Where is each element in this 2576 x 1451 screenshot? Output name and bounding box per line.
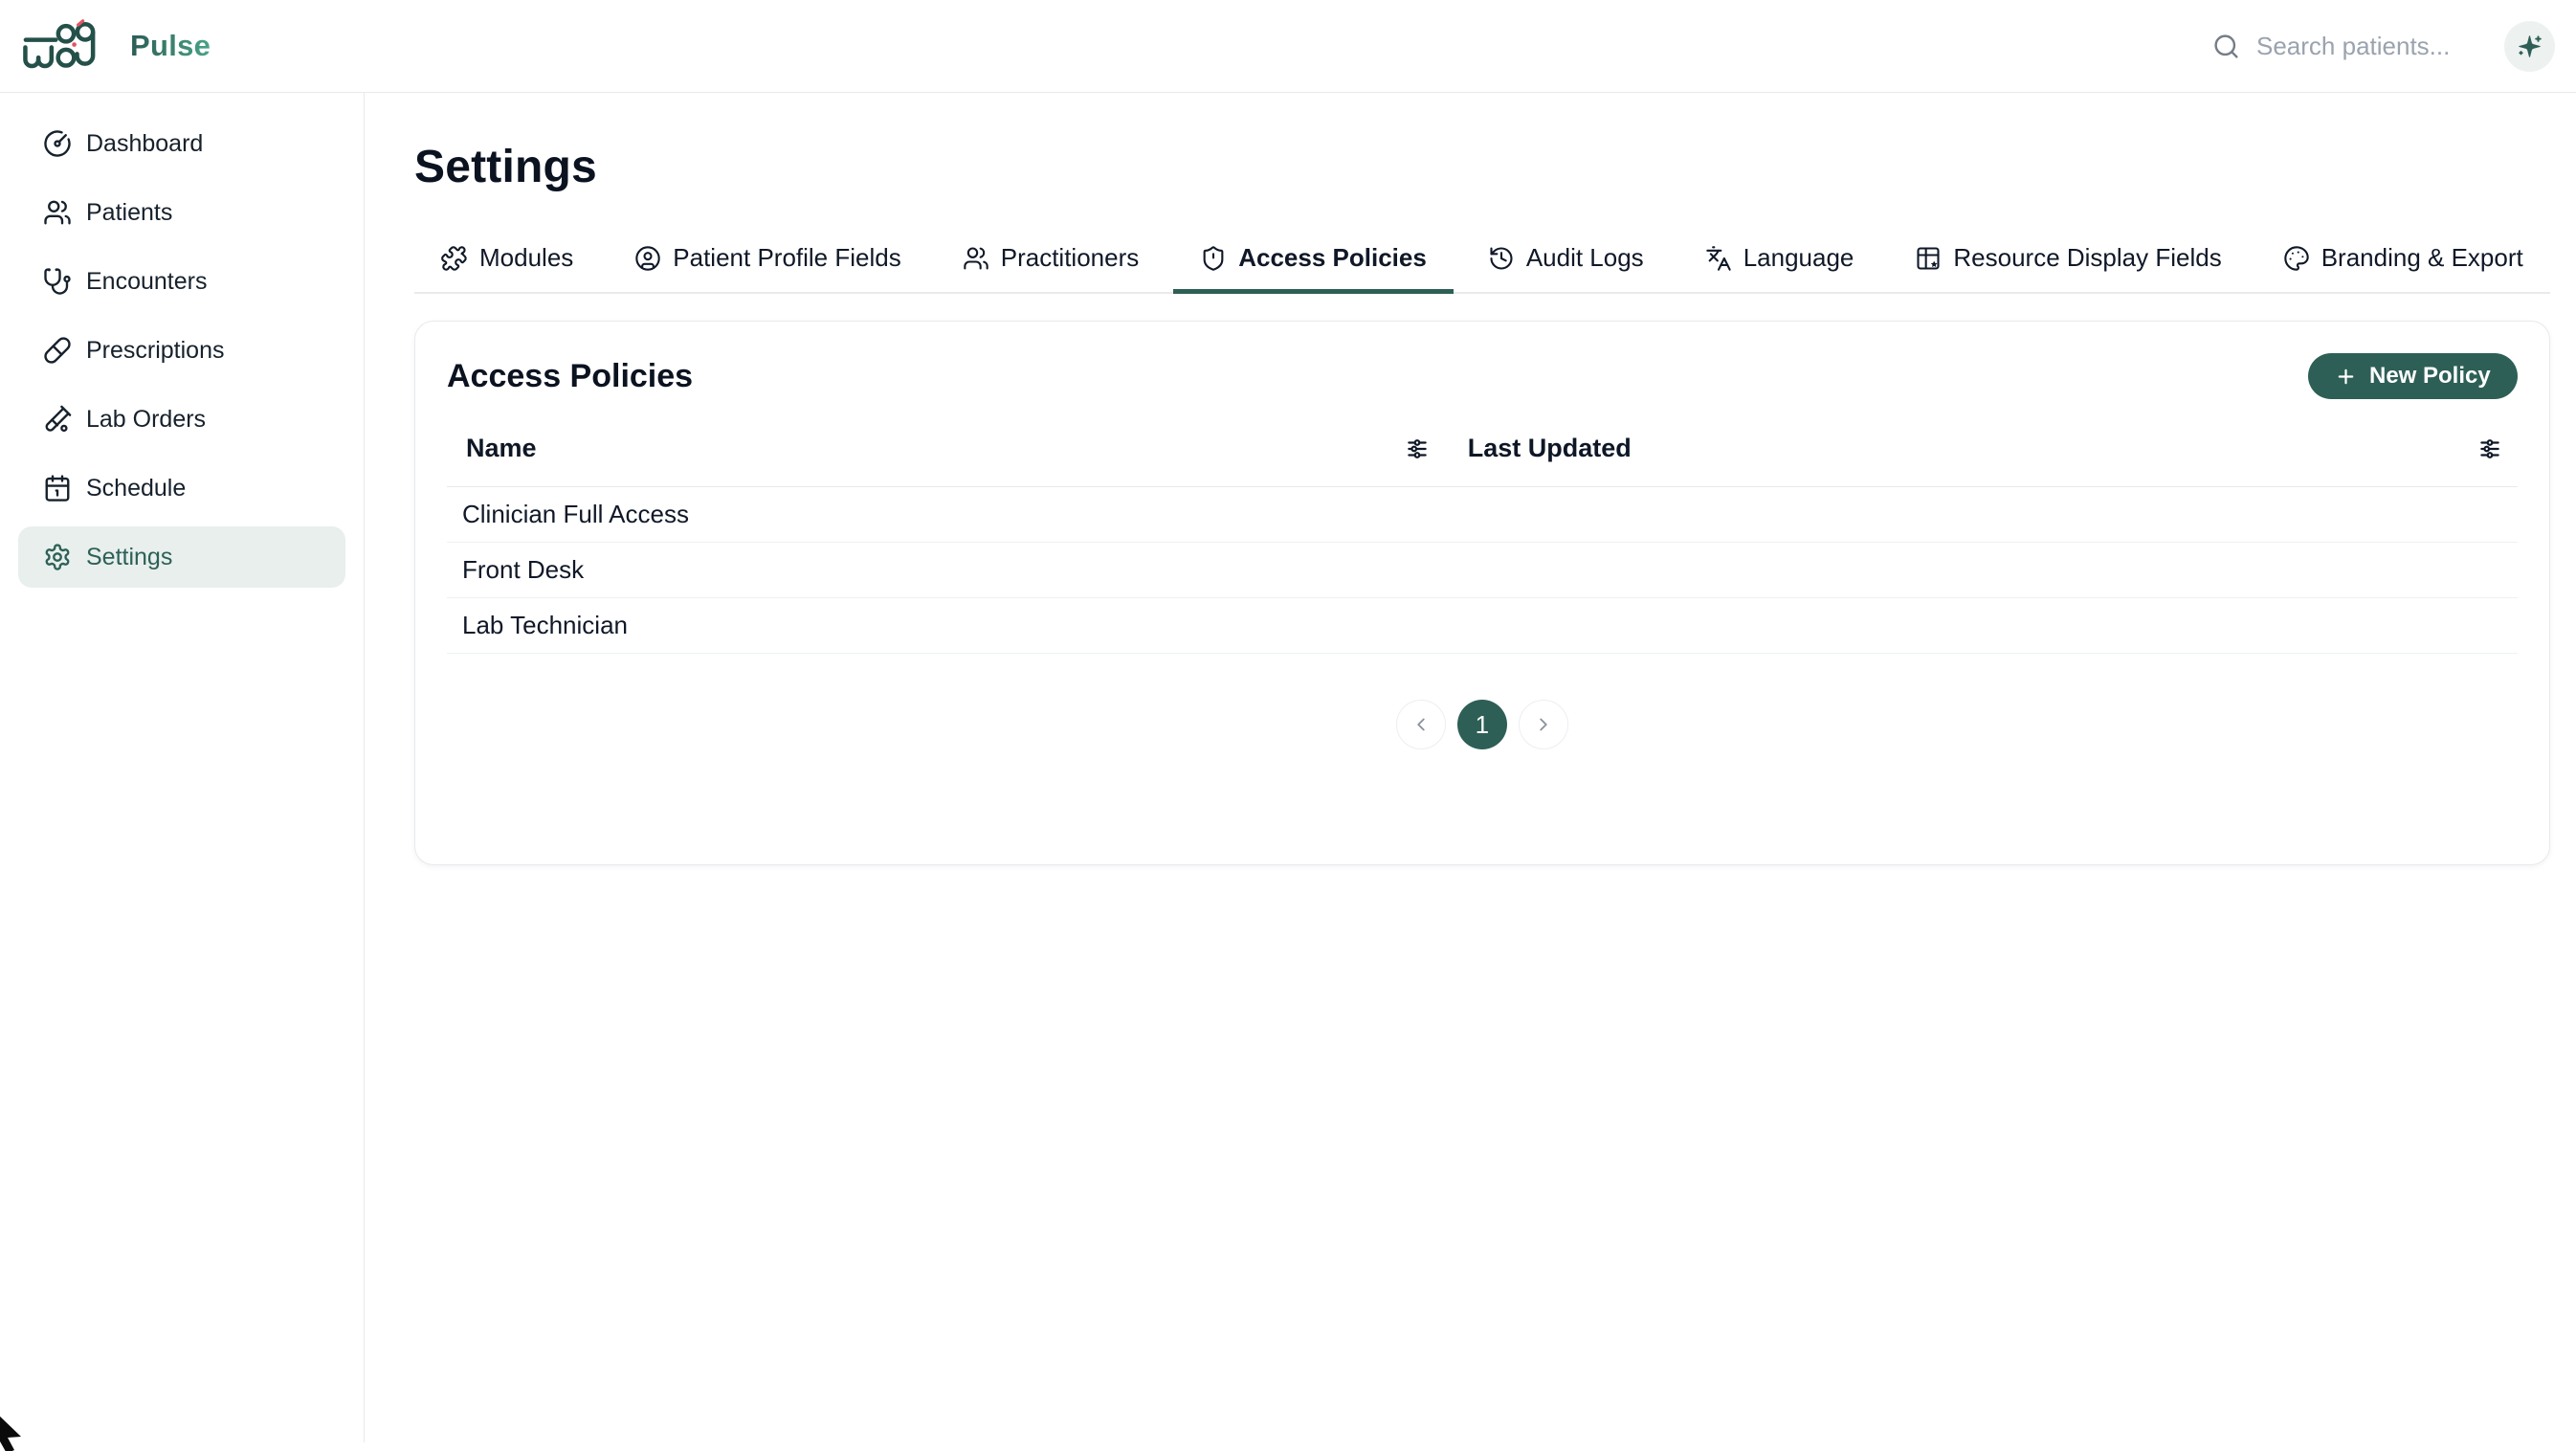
pagination: 1 bbox=[447, 700, 2518, 749]
column-label: Name bbox=[466, 434, 537, 463]
users-icon bbox=[43, 198, 72, 227]
tab-label: Patient Profile Fields bbox=[673, 243, 900, 273]
policy-name-cell: Clinician Full Access bbox=[447, 500, 1468, 529]
test-tube-icon bbox=[43, 405, 72, 434]
sidebar-item-label: Schedule bbox=[86, 475, 186, 502]
user-circle-icon bbox=[634, 245, 661, 272]
top-bar: Pulse bbox=[0, 0, 2576, 93]
pagination-next-button[interactable] bbox=[1519, 700, 1568, 749]
gear-icon bbox=[43, 543, 72, 571]
policies-table-header: Name Last Updated bbox=[447, 434, 2518, 487]
tab-label: Access Policies bbox=[1238, 243, 1427, 273]
card-header: Access Policies New Policy bbox=[447, 353, 2518, 399]
tab-label: Modules bbox=[479, 243, 573, 273]
calendar-icon bbox=[43, 474, 72, 502]
filter-sliders-icon[interactable] bbox=[2477, 436, 2502, 461]
sidebar-item-label: Patients bbox=[86, 199, 172, 227]
sidebar-item-prescriptions[interactable]: Prescriptions bbox=[18, 320, 345, 381]
tab-practitioners[interactable]: Practitioners bbox=[936, 239, 1166, 292]
mouse-cursor bbox=[0, 1413, 27, 1451]
policy-row-front-desk[interactable]: Front Desk bbox=[447, 543, 2518, 598]
brand-logo-icon bbox=[23, 19, 107, 74]
card-title: Access Policies bbox=[447, 358, 693, 395]
sidebar-item-lab-orders[interactable]: Lab Orders bbox=[18, 389, 345, 450]
languages-icon bbox=[1705, 245, 1732, 272]
sidebar-item-settings[interactable]: Settings bbox=[18, 526, 345, 588]
sidebar-item-label: Encounters bbox=[86, 268, 207, 296]
column-header-last-updated: Last Updated bbox=[1468, 434, 2518, 463]
chevron-right-icon bbox=[1533, 714, 1554, 735]
sidebar-item-schedule[interactable]: Schedule bbox=[18, 458, 345, 519]
settings-tabs: Modules Patient Profile Fields Practitione… bbox=[414, 239, 2550, 294]
brand-name: Pulse bbox=[130, 29, 211, 63]
page-title: Settings bbox=[414, 141, 2550, 193]
sidebar-item-encounters[interactable]: Encounters bbox=[18, 251, 345, 312]
ai-assistant-button[interactable] bbox=[2504, 21, 2555, 72]
policy-row-clinician-full-access[interactable]: Clinician Full Access bbox=[447, 487, 2518, 543]
plus-icon bbox=[2335, 366, 2357, 388]
filter-sliders-icon[interactable] bbox=[1405, 436, 1430, 461]
sidebar-item-dashboard[interactable]: Dashboard bbox=[18, 113, 345, 174]
app-shell: Dashboard Patients Encounters Prescriptions… bbox=[0, 93, 2576, 1442]
tab-audit-logs[interactable]: Audit Logs bbox=[1461, 239, 1671, 292]
tab-label: Audit Logs bbox=[1526, 243, 1644, 273]
tab-label: Practitioners bbox=[1001, 243, 1140, 273]
policies-table-body: Clinician Full Access Front Desk Lab Techn… bbox=[447, 487, 2518, 654]
chevron-left-icon bbox=[1410, 714, 1432, 735]
users-icon bbox=[963, 245, 989, 272]
tab-label: Resource Display Fields bbox=[1953, 243, 2221, 273]
sidebar-item-label: Prescriptions bbox=[86, 337, 225, 365]
tab-resource-display-fields[interactable]: Resource Display Fields bbox=[1888, 239, 2248, 292]
patient-search bbox=[2212, 32, 2481, 61]
pagination-prev-button[interactable] bbox=[1396, 700, 1446, 749]
column-label: Last Updated bbox=[1468, 434, 1632, 463]
new-policy-button-label: New Policy bbox=[2369, 363, 2491, 390]
palette-icon bbox=[2283, 245, 2310, 272]
sparkles-icon bbox=[2517, 33, 2543, 59]
tab-label: Branding & Export bbox=[2321, 243, 2523, 273]
access-policies-card: Access Policies New Policy Name Last Upda… bbox=[414, 321, 2550, 865]
puzzle-icon bbox=[441, 245, 468, 272]
top-bar-right bbox=[2212, 21, 2555, 72]
history-icon bbox=[1488, 245, 1515, 272]
column-header-name: Name bbox=[447, 434, 1468, 463]
table-icon bbox=[1915, 245, 1942, 272]
stethoscope-icon bbox=[43, 267, 72, 296]
shield-icon bbox=[1200, 245, 1227, 272]
sidebar-item-label: Lab Orders bbox=[86, 406, 206, 434]
sidebar-item-label: Dashboard bbox=[86, 130, 203, 158]
tab-patient-profile-fields[interactable]: Patient Profile Fields bbox=[608, 239, 927, 292]
search-icon bbox=[2212, 33, 2240, 60]
tab-language[interactable]: Language bbox=[1678, 239, 1881, 292]
tab-branding-export[interactable]: Branding & Export bbox=[2256, 239, 2550, 292]
policy-name-cell: Front Desk bbox=[447, 555, 1468, 585]
search-input[interactable] bbox=[2256, 32, 2481, 61]
tab-label: Language bbox=[1743, 243, 1854, 273]
tab-modules[interactable]: Modules bbox=[414, 239, 600, 292]
brand: Pulse bbox=[23, 19, 211, 74]
pill-icon bbox=[43, 336, 72, 365]
main-content: Settings Modules Patient Profile Fields Pr… bbox=[365, 93, 2576, 1442]
policy-name-cell: Lab Technician bbox=[447, 611, 1468, 640]
sidebar-item-label: Settings bbox=[86, 544, 172, 571]
policy-row-lab-technician[interactable]: Lab Technician bbox=[447, 598, 2518, 654]
tab-access-policies[interactable]: Access Policies bbox=[1173, 239, 1454, 292]
gauge-icon bbox=[43, 129, 72, 158]
sidebar-nav: Dashboard Patients Encounters Prescriptions… bbox=[0, 93, 365, 1442]
pagination-page-1-button[interactable]: 1 bbox=[1457, 700, 1507, 749]
sidebar-item-patients[interactable]: Patients bbox=[18, 182, 345, 243]
new-policy-button[interactable]: New Policy bbox=[2308, 353, 2518, 399]
